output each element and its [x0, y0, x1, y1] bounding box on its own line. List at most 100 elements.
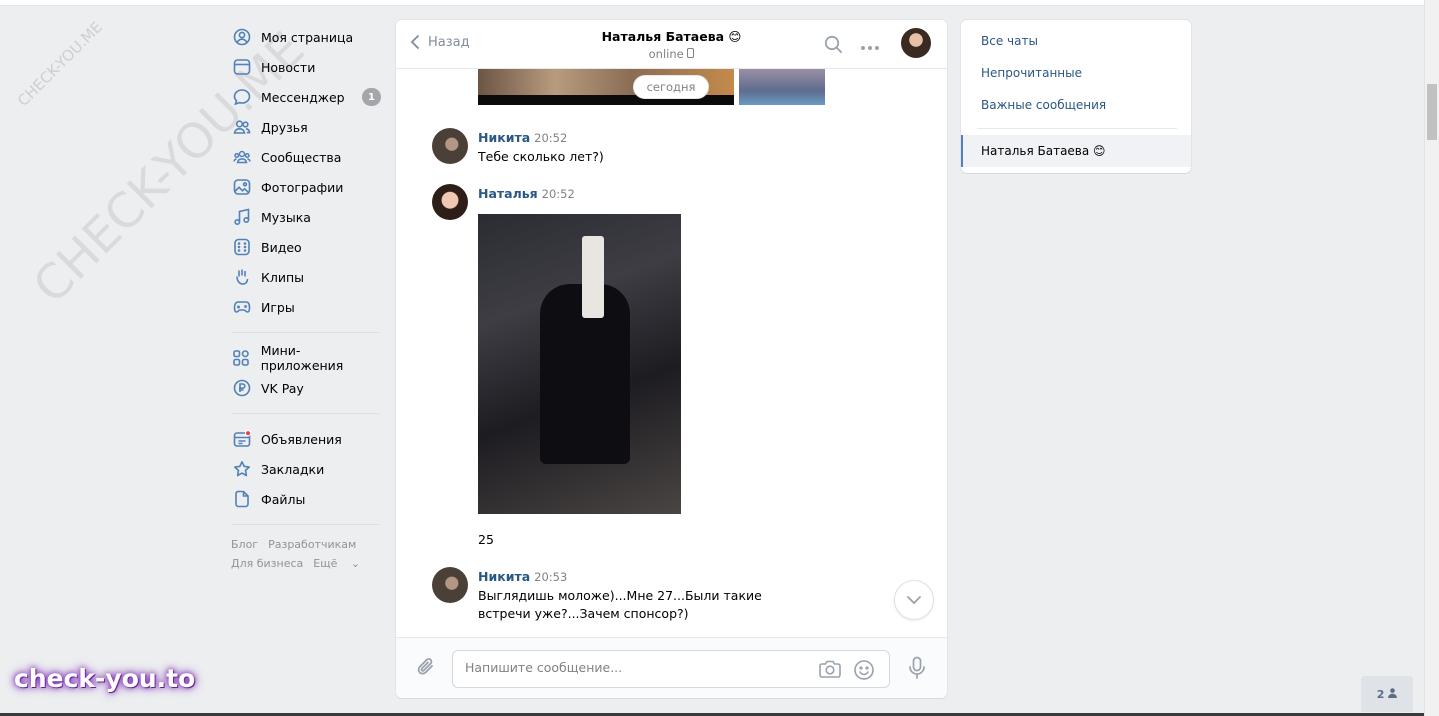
sidebar-item-label: Объявления	[261, 431, 342, 447]
video-icon	[232, 238, 251, 257]
news-icon	[232, 58, 251, 77]
avatar[interactable]	[432, 128, 468, 164]
sidebar-item-news[interactable]: Новости	[231, 52, 381, 82]
filter-important[interactable]: Важные сообщения	[981, 98, 1106, 112]
sidebar-item-vkpay[interactable]: VK Pay	[231, 373, 381, 403]
sidebar-item-label: VK Pay	[261, 380, 304, 396]
smile-icon	[854, 660, 874, 680]
filter-all-chats[interactable]: Все чаты	[981, 34, 1038, 48]
sidebar-item-messenger[interactable]: Мессенджер 1	[231, 82, 381, 112]
search-icon	[824, 35, 842, 53]
sidebar-separator	[231, 413, 379, 414]
footer-business-link[interactable]: Для бизнеса	[231, 557, 303, 570]
sidebar-item-label: Друзья	[261, 119, 308, 135]
chat-header: Назад Наталья Батаева 😊 online	[396, 20, 947, 69]
footer-blog-link[interactable]: Блог	[231, 538, 258, 551]
chat-bubble-icon	[232, 88, 251, 107]
avatar[interactable]	[432, 567, 468, 603]
panel-separator	[977, 128, 1177, 129]
peer-avatar[interactable]	[901, 28, 931, 58]
message-author[interactable]: Наталья	[478, 186, 538, 201]
sidebar-item-label: Сообщества	[261, 149, 342, 165]
message-header: Наталья 20:52	[478, 186, 575, 202]
avatar[interactable]	[432, 184, 468, 220]
sidebar-item-communities[interactable]: Сообщества	[231, 142, 381, 172]
star-icon	[232, 460, 251, 479]
camera-button[interactable]	[819, 659, 841, 683]
page-scrollbar[interactable]	[1424, 0, 1439, 716]
voice-message-button[interactable]	[908, 656, 926, 684]
message-text: Тебе сколько лет?)	[478, 149, 604, 164]
message-text: Выглядишь моложе)...Мне 27...Были такие …	[478, 588, 762, 621]
friends-icon	[232, 118, 251, 137]
sidebar-item-label: Клипы	[261, 269, 305, 285]
active-chat-item[interactable]: Наталья Батаева 😊	[961, 135, 1191, 167]
sidebar-item-label: Файлы	[261, 491, 306, 507]
sidebar-item-label: Мессенджер	[261, 89, 345, 105]
date-divider: сегодня	[633, 75, 709, 99]
sidebar-separator	[231, 524, 379, 525]
sidebar-item-bookmarks[interactable]: Закладки	[231, 454, 381, 484]
chevron-down-icon: ⌄	[350, 557, 361, 570]
photo-icon	[232, 178, 251, 197]
message-time[interactable]: 20:52	[542, 187, 575, 201]
person-icon	[1388, 687, 1398, 701]
chevron-down-icon	[907, 596, 921, 605]
footer-more-label: Ещё	[313, 557, 338, 570]
scrollbar-thumb[interactable]	[1427, 84, 1437, 140]
sidebar-item-video[interactable]: Видео	[231, 232, 381, 262]
active-chat-name: Наталья Батаева 😊	[981, 144, 1106, 158]
sidebar-item-photos[interactable]: Фотографии	[231, 172, 381, 202]
sidebar-item-mini-apps[interactable]: Мини-приложения	[231, 343, 381, 373]
scroll-to-bottom-button[interactable]	[894, 580, 934, 620]
sidebar-item-music[interactable]: Музыка	[231, 202, 381, 232]
footer-more-link[interactable]: Ещё ⌄	[313, 557, 370, 570]
mobile-phone-icon	[687, 47, 695, 61]
music-note-icon	[232, 208, 251, 227]
sidebar-item-my-page[interactable]: Моя страница	[231, 22, 381, 52]
footer-developers-link[interactable]: Разработчикам	[268, 538, 356, 551]
sidebar-item-label: Фотографии	[261, 179, 344, 195]
emoji-button[interactable]	[853, 659, 875, 685]
message-header: Никита 20:53	[478, 569, 567, 585]
message-history[interactable]: сегодня Никита 20:52 Тебе сколько лет?) Н…	[396, 69, 947, 637]
top-bar	[0, 0, 1424, 6]
chat-filters-panel: Все чаты Непрочитанные Важные сообщения …	[961, 20, 1191, 173]
sidebar-item-friends[interactable]: Друзья	[231, 112, 381, 142]
sidebar-item-label: Моя страница	[261, 29, 354, 45]
online-friends-counter[interactable]: 2	[1361, 676, 1413, 712]
sidebar-item-label: Музыка	[261, 209, 311, 225]
sidebar-item-clips[interactable]: Клипы	[231, 262, 381, 292]
watermark-small: CHECK-YOU.ME	[14, 18, 106, 110]
more-button[interactable]	[860, 40, 880, 55]
camera-icon	[819, 660, 841, 678]
attached-photo[interactable]	[739, 69, 825, 105]
sidebar-item-games[interactable]: Игры	[231, 292, 381, 322]
sidebar-item-files[interactable]: Файлы	[231, 484, 381, 514]
message-photo[interactable]	[478, 214, 681, 514]
sidebar-item-label: Видео	[261, 239, 302, 255]
attach-button[interactable]	[416, 656, 436, 682]
sidebar-item-label: Новости	[261, 59, 316, 75]
message-time[interactable]: 20:52	[534, 131, 567, 145]
file-icon	[232, 490, 251, 509]
message-input[interactable]	[465, 660, 805, 675]
filter-unread[interactable]: Непрочитанные	[981, 66, 1082, 80]
sidebar-item-ads[interactable]: Объявления	[231, 424, 381, 454]
message-header: Никита 20:52	[478, 130, 567, 146]
search-button[interactable]	[824, 35, 843, 58]
message-time[interactable]: 20:53	[534, 570, 567, 584]
gamepad-icon	[232, 298, 251, 317]
message-input-wrapper	[452, 650, 890, 688]
left-sidebar: Моя страница Новости Мессенджер 1 Друзья…	[231, 22, 381, 573]
microphone-icon	[909, 656, 925, 679]
vkpay-icon	[232, 379, 251, 398]
sidebar-item-label: Игры	[261, 299, 295, 315]
sidebar-separator	[231, 332, 379, 333]
message-author[interactable]: Никита	[478, 569, 530, 584]
online-count: 2	[1376, 687, 1385, 701]
brand-watermark: check-you.to	[14, 664, 196, 693]
message-composer	[396, 637, 947, 698]
peer-status-text: online	[648, 47, 684, 61]
message-author[interactable]: Никита	[478, 130, 530, 145]
